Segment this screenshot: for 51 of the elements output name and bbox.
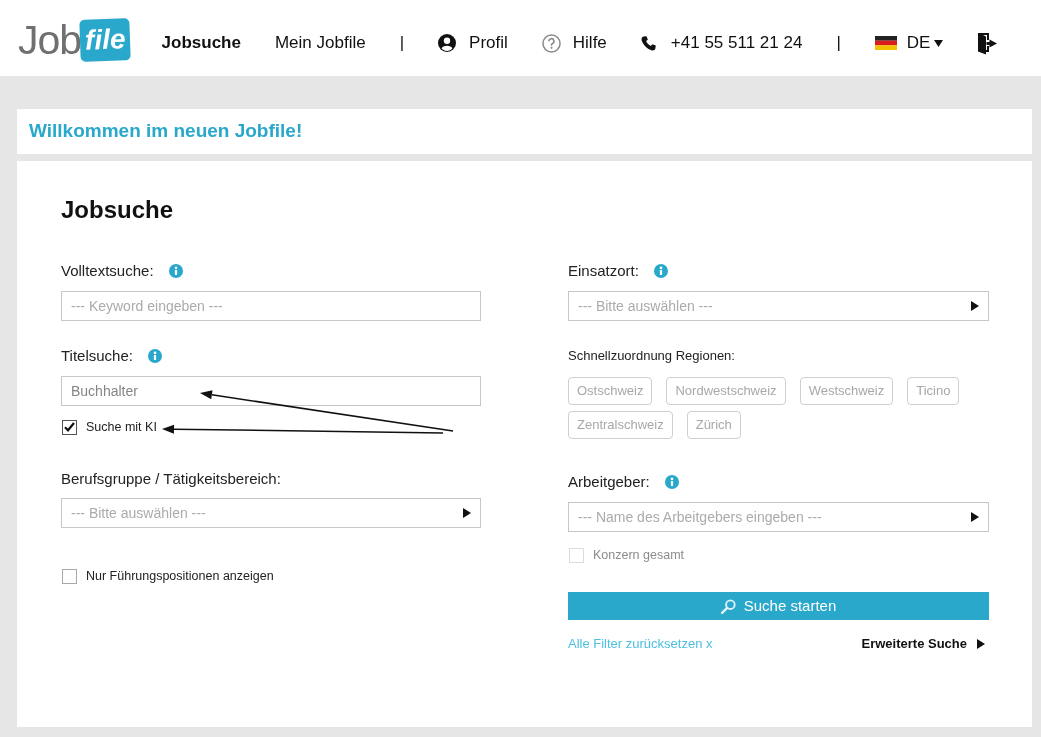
reset-filters-link[interactable]: Alle Filter zurücksetzen x: [568, 634, 713, 654]
flag-icon: [874, 36, 897, 50]
region-button[interactable]: Westschweiz: [799, 377, 894, 405]
checkbox-label: Konzern gesamt: [593, 547, 685, 564]
nav-link[interactable]: Jobsuche: [161, 30, 241, 56]
logout-icon[interactable]: [977, 31, 999, 55]
select-field[interactable]: --- Bitte auswählen ---: [568, 291, 989, 321]
field-label: Berufsgruppe / Tätigkeitsbereich:: [61, 469, 281, 489]
field-label: Volltextsuche:: [61, 261, 154, 281]
checkbox[interactable]: [62, 568, 77, 584]
nav-divider: |: [399, 32, 405, 55]
select-field[interactable]: --- Name des Arbeitgebers eingeben ---: [568, 502, 989, 532]
phone-link[interactable]: +41 55 511 21 24: [640, 30, 803, 56]
text-field[interactable]: Buchhalter: [61, 376, 481, 406]
field-label: Titelsuche:: [61, 346, 133, 366]
user-icon: [438, 34, 457, 52]
help-link[interactable]: Hilfe: [541, 30, 607, 56]
welcome-heading: Willkommen im neuen Jobfile!: [29, 119, 303, 144]
info-icon[interactable]: [168, 264, 183, 278]
region-button[interactable]: Nordwestschweiz: [666, 377, 786, 405]
profile-link[interactable]: Profil: [438, 30, 508, 56]
checkbox[interactable]: [62, 419, 77, 435]
checkbox-label: Suche mit KI: [86, 419, 157, 436]
search-button[interactable]: Suche starten: [568, 592, 989, 620]
field-label: Arbeitgeber:: [568, 472, 650, 492]
caret-down-icon: [934, 39, 944, 47]
info-icon[interactable]: [664, 475, 679, 489]
phone-icon: [640, 35, 656, 51]
region-button[interactable]: Zentralschweiz: [568, 411, 673, 439]
search-icon: [720, 598, 736, 614]
language-button[interactable]: DE: [874, 30, 944, 56]
checkmark-icon: [64, 422, 75, 432]
nav-divider: |: [836, 32, 841, 55]
page-title: Jobsuche: [61, 195, 174, 225]
checkbox-label: Nur Führungspositionen anzeigen: [86, 568, 274, 585]
caret-right-icon: [463, 508, 471, 518]
field-label: Einsatzort:: [568, 261, 639, 281]
regions-label: Schnellzuordnung Regionen:: [568, 347, 735, 365]
text-field[interactable]: --- Keyword eingeben ---: [61, 291, 481, 321]
caret-right-icon: [977, 639, 985, 649]
info-icon[interactable]: [148, 349, 162, 363]
region-button[interactable]: Zürich: [686, 411, 741, 439]
help-icon: [541, 33, 561, 53]
caret-right-icon: [971, 512, 979, 522]
region-button[interactable]: Ostschweiz: [568, 377, 653, 405]
nav-link[interactable]: Mein Jobfile: [274, 30, 366, 56]
select-field[interactable]: --- Bitte auswählen ---: [61, 498, 481, 528]
info-icon[interactable]: [653, 264, 668, 278]
region-button[interactable]: Ticino: [907, 377, 960, 405]
caret-right-icon: [971, 301, 979, 311]
advanced-search-link[interactable]: Erweiterte Suche: [861, 634, 989, 654]
